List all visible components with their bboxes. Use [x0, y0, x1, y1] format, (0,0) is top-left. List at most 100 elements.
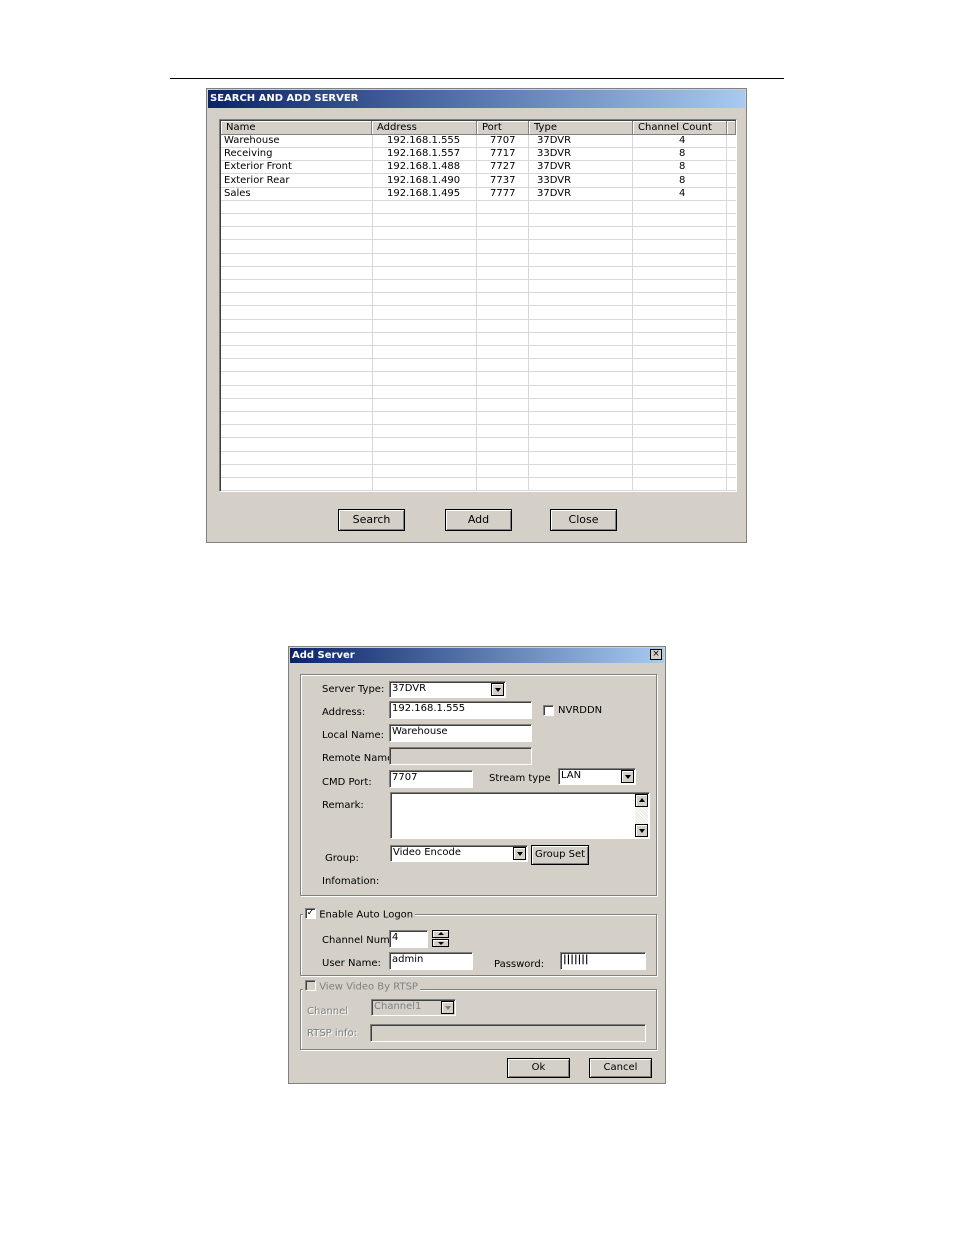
information-label: Infomation: — [322, 876, 380, 887]
stream-type-select[interactable]: LAN — [558, 768, 636, 785]
table-row[interactable]: Exterior Front 192.168.1.488 7727 37DVR 8 — [221, 161, 736, 175]
table-row[interactable] — [221, 373, 736, 386]
table-cell: 7727 — [490, 161, 516, 173]
remark-textarea[interactable] — [390, 792, 650, 839]
server-list[interactable]: Name Address Port Type Channel Count War… — [219, 119, 737, 492]
close-button[interactable]: Close — [550, 509, 617, 531]
table-row[interactable] — [221, 439, 736, 452]
channel-num-stepper[interactable] — [432, 930, 449, 947]
table-cell: Exterior Rear — [224, 174, 290, 186]
ok-button[interactable]: Ok — [507, 1058, 570, 1078]
table-row[interactable] — [221, 359, 736, 373]
local-name-input[interactable]: Warehouse — [389, 724, 532, 742]
channel-num-input[interactable]: 4 — [389, 930, 428, 948]
table-cell: 4 — [679, 135, 686, 146]
table-row[interactable] — [221, 465, 736, 478]
spin-down-icon[interactable] — [432, 939, 449, 947]
table-row[interactable] — [221, 333, 736, 346]
scroll-up-icon[interactable] — [635, 794, 648, 807]
table-row[interactable] — [221, 307, 736, 320]
server-type-label: Server Type: — [322, 684, 385, 695]
column-header-type[interactable]: Type — [529, 121, 633, 135]
user-name-label: User Name: — [322, 958, 381, 969]
table-cell: 8 — [679, 161, 686, 173]
table-cell: 37DVR — [537, 135, 572, 146]
table-row[interactable] — [221, 241, 736, 254]
table-cell: Sales — [224, 187, 251, 199]
table-cell: Warehouse — [224, 135, 280, 146]
table-row[interactable] — [221, 254, 736, 267]
table-cell: 37DVR — [537, 187, 572, 199]
table-cell: 8 — [679, 148, 686, 160]
stream-type-label: Stream type — [489, 773, 551, 784]
remote-name-label: Remote Name: — [322, 753, 397, 764]
password-input[interactable]: ||||||| — [560, 952, 646, 970]
table-row[interactable]: Sales 192.168.1.495 7777 37DVR 4 — [221, 188, 736, 201]
table-row[interactable]: Receiving 192.168.1.557 7717 33DVR 8 — [221, 148, 736, 162]
table-row[interactable]: Warehouse 192.168.1.555 7707 37DVR 4 — [221, 135, 736, 148]
table-row[interactable] — [221, 227, 736, 241]
auto-logon-legend: ✓ Enable Auto Logon — [303, 908, 416, 922]
table-cell: 33DVR — [537, 174, 572, 186]
table-row[interactable] — [221, 399, 736, 412]
remote-name-input — [389, 747, 532, 765]
column-header-channel-count[interactable]: Channel Count — [633, 121, 727, 135]
table-row[interactable] — [221, 452, 736, 465]
user-name-input[interactable]: admin — [389, 952, 473, 970]
add-server-window: Add Server × Server Type: 37DVR Address:… — [288, 646, 666, 1084]
server-list-header: Name Address Port Type Channel Count — [221, 121, 736, 135]
table-row[interactable] — [221, 386, 736, 399]
local-name-label: Local Name: — [322, 730, 384, 741]
table-cell: 192.168.1.495 — [387, 187, 461, 199]
cancel-button[interactable]: Cancel — [589, 1058, 652, 1078]
search-add-server-window: SEARCH AND ADD SERVER Name Address Port … — [206, 88, 747, 543]
table-cell: 192.168.1.488 — [387, 161, 461, 173]
table-row[interactable] — [221, 425, 736, 439]
channel-select: Channel1 — [371, 999, 456, 1016]
add-server-title: Add Server — [290, 648, 664, 663]
address-label: Address: — [322, 707, 366, 718]
scroll-down-icon[interactable] — [635, 824, 648, 837]
channel-value: Channel1 — [374, 1001, 422, 1012]
table-row[interactable] — [221, 478, 736, 491]
table-row[interactable] — [221, 412, 736, 426]
table-row[interactable] — [221, 320, 736, 333]
column-header-name[interactable]: Name — [221, 121, 372, 135]
spin-up-icon[interactable] — [432, 930, 449, 938]
server-list-body: Warehouse 192.168.1.555 7707 37DVR 4 Receivin… — [221, 135, 736, 491]
table-cell: 37DVR — [537, 161, 572, 173]
table-row[interactable] — [221, 280, 736, 294]
table-row[interactable] — [221, 214, 736, 228]
group-select[interactable]: Video Encode — [390, 845, 528, 862]
table-row[interactable] — [221, 293, 736, 307]
auto-logon-label: Enable Auto Logon — [319, 909, 414, 921]
nvrddns-label: NVRDDN — [558, 705, 603, 716]
chevron-down-icon[interactable] — [491, 683, 504, 696]
grid-line — [476, 135, 477, 491]
remark-scrollbar[interactable] — [635, 794, 648, 837]
grid-line — [726, 135, 727, 491]
auto-logon-checkbox[interactable]: ✓ — [305, 908, 316, 919]
table-cell: Exterior Front — [224, 161, 292, 173]
nvrddns-checkbox[interactable] — [543, 705, 554, 716]
column-header-port[interactable]: Port — [477, 121, 529, 135]
column-header-filler — [727, 121, 736, 135]
table-row[interactable] — [221, 267, 736, 280]
table-cell: 7737 — [490, 174, 516, 186]
chevron-down-icon[interactable] — [513, 847, 526, 860]
table-cell: 4 — [679, 187, 686, 199]
group-set-button[interactable]: Group Set — [531, 845, 589, 865]
column-header-address[interactable]: Address — [372, 121, 477, 135]
table-cell: 33DVR — [537, 148, 572, 160]
cmd-port-input[interactable]: 7707 — [389, 770, 473, 788]
table-row[interactable]: Exterior Rear 192.168.1.490 7737 33DVR 8 — [221, 175, 736, 188]
chevron-down-icon[interactable] — [621, 770, 634, 783]
rtsp-info-label: RTSP info: — [307, 1028, 358, 1039]
table-row[interactable] — [221, 201, 736, 214]
table-row[interactable] — [221, 346, 736, 360]
address-input[interactable]: 192.168.1.555 — [389, 701, 532, 719]
add-button[interactable]: Add — [445, 509, 512, 531]
search-button[interactable]: Search — [338, 509, 405, 531]
server-type-select[interactable]: 37DVR — [389, 681, 506, 698]
close-icon[interactable]: × — [650, 649, 662, 660]
